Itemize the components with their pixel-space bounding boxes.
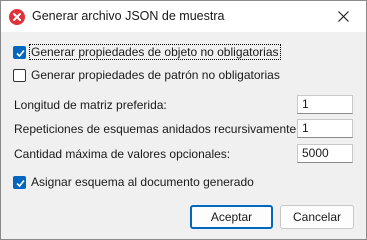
non-mandatory-object-props-label: Generar propiedades de objeto no obligat… (29, 44, 281, 60)
close-button[interactable] (322, 1, 366, 32)
dialog-window: Generar archivo JSON de muestra Generar … (0, 0, 367, 240)
recursive-repetitions-input[interactable]: 1 (297, 119, 353, 138)
non-mandatory-pattern-props-option[interactable]: Generar propiedades de patrón no obligat… (13, 68, 280, 82)
array-length-input[interactable]: 1 (297, 95, 353, 114)
max-optional-values-label: Cantidad máxima de valores opcionales: (14, 147, 231, 161)
checkmark-icon (16, 49, 25, 57)
non-mandatory-object-props-checkbox[interactable] (13, 45, 26, 59)
assign-schema-label: Asignar esquema al documento generado (31, 175, 254, 189)
assign-schema-checkbox[interactable] (13, 175, 26, 189)
max-optional-values-input[interactable]: 5000 (297, 144, 353, 163)
assign-schema-option[interactable]: Asignar esquema al documento generado (13, 175, 254, 189)
ok-button[interactable]: Aceptar (190, 205, 273, 229)
recursive-repetitions-label: Repeticiones de esquemas anidados recurs… (14, 122, 300, 136)
non-mandatory-pattern-props-label: Generar propiedades de patrón no obligat… (31, 68, 280, 82)
cancel-button[interactable]: Cancelar (280, 205, 354, 229)
close-icon (338, 11, 349, 22)
array-length-label: Longitud de matriz preferida: (14, 98, 167, 112)
checkmark-icon (16, 179, 25, 187)
non-mandatory-pattern-props-checkbox[interactable] (13, 68, 26, 82)
window-title: Generar archivo JSON de muestra (32, 9, 225, 23)
x-circle-icon (9, 9, 25, 25)
title-bar: Generar archivo JSON de muestra (1, 1, 366, 32)
non-mandatory-object-props-option[interactable]: Generar propiedades de objeto no obligat… (13, 44, 281, 60)
